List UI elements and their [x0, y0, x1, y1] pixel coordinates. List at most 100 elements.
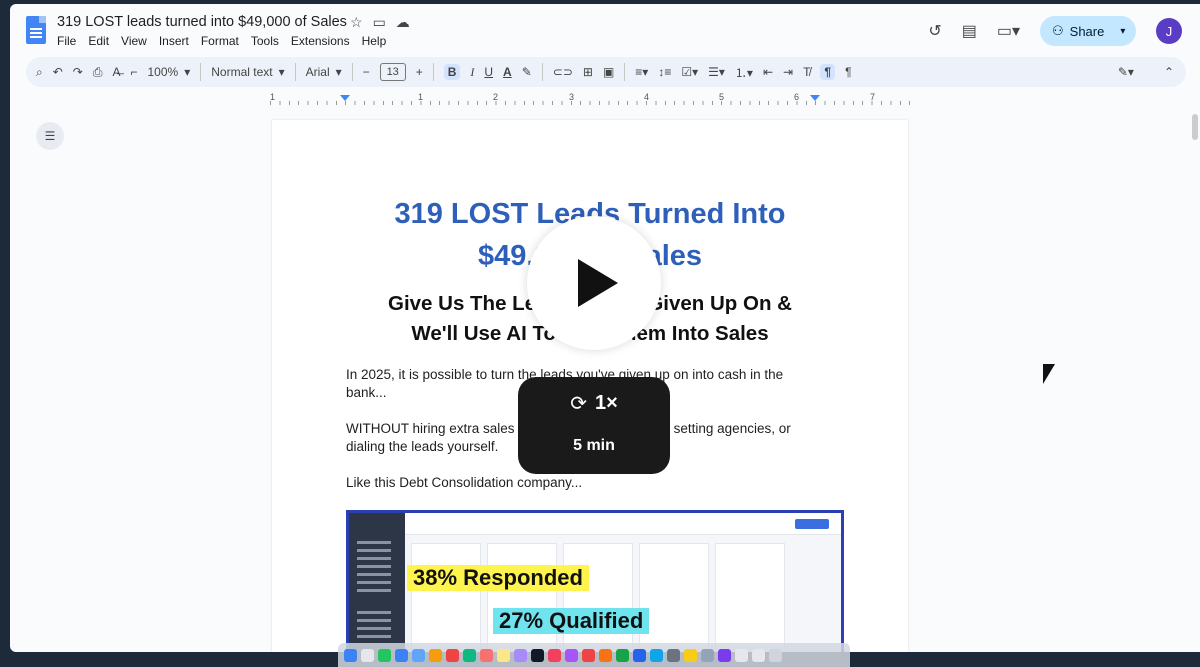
underline-button[interactable]: U	[484, 65, 493, 79]
title-bar: 319 LOST leads turned into $49,000 of Sa…	[10, 4, 1200, 56]
notes-icon[interactable]	[497, 648, 510, 662]
screen-recorder-icon[interactable]	[718, 648, 731, 662]
decrease-font-size-icon[interactable]: −	[363, 65, 370, 79]
docs-logo-icon[interactable]	[26, 16, 46, 44]
print-icon[interactable]: ⎙	[93, 65, 103, 80]
toolbar-divider	[200, 63, 202, 81]
left-indent-marker[interactable]	[340, 95, 350, 101]
calendar-icon[interactable]	[480, 648, 493, 662]
hide-menus-icon[interactable]: ⌃	[1164, 65, 1174, 79]
search-menus-icon[interactable]: ⌕	[36, 65, 43, 80]
align-icon[interactable]: ≡▾	[635, 65, 648, 79]
people-icon: ⚇	[1052, 23, 1064, 38]
insert-image-icon[interactable]: ▣	[603, 65, 614, 79]
paint-format-icon[interactable]: ⌐	[130, 65, 137, 79]
pages-icon[interactable]	[599, 648, 612, 662]
editing-mode-icon[interactable]: ✎▾	[1118, 65, 1134, 79]
launchpad-icon[interactable]	[361, 648, 374, 662]
menu-edit[interactable]: Edit	[88, 34, 109, 48]
mail-icon[interactable]	[412, 648, 425, 662]
star-icon[interactable]: ☆	[350, 14, 363, 31]
preview-icon[interactable]	[701, 648, 714, 662]
cloud-status-icon[interactable]: ☁	[396, 14, 410, 31]
numbers-icon[interactable]	[616, 648, 629, 662]
comments-icon[interactable]: ▤	[962, 21, 977, 41]
dashboard-sidebar	[349, 513, 405, 652]
numbered-list-icon[interactable]: ⒈▾	[735, 64, 753, 81]
header-actions: ↺ ▤ ▭▾ ⚇ Share ▾ J	[928, 16, 1182, 46]
text-color-button[interactable]: A	[503, 65, 512, 79]
facetime-icon[interactable]	[463, 648, 476, 662]
ruler[interactable]: 1 1 2 3 4 5 6 7	[270, 92, 910, 106]
bulleted-list-icon[interactable]: ☰▾	[708, 65, 725, 79]
app-store-icon[interactable]	[650, 648, 663, 662]
tv-icon[interactable]	[531, 648, 544, 662]
highlight-icon[interactable]: ✎	[522, 65, 532, 79]
share-label: Share	[1069, 23, 1105, 39]
document-title[interactable]: 319 LOST leads turned into $49,000 of Sa…	[57, 14, 347, 30]
move-folder-icon[interactable]: ▭	[373, 14, 386, 31]
dashboard-header	[405, 513, 841, 535]
italic-button[interactable]: I	[470, 65, 474, 80]
ltr-paragraph-icon[interactable]: ¶	[820, 64, 836, 80]
share-button[interactable]: ⚇ Share ▾	[1040, 16, 1136, 46]
vertical-scrollbar[interactable]	[1192, 114, 1198, 140]
font-size-input[interactable]: 13	[379, 63, 406, 81]
toolbar-divider	[624, 63, 626, 81]
undo-icon[interactable]: ↶	[53, 65, 63, 79]
menu-file[interactable]: File	[57, 34, 76, 48]
menu-view[interactable]: View	[121, 34, 147, 48]
keynote-icon[interactable]	[633, 648, 646, 662]
video-info-pill[interactable]: ⟳ 1× 5 min	[518, 377, 670, 474]
embedded-dashboard-image: 38% Responded 27% Qualified	[346, 510, 844, 652]
add-comment-icon[interactable]: ⊞	[583, 65, 593, 79]
zoom-value: 100%	[147, 65, 179, 79]
podcasts-icon[interactable]	[565, 648, 578, 662]
bold-button[interactable]: B	[443, 64, 461, 80]
messages-icon[interactable]	[378, 648, 391, 662]
font-select[interactable]: Arial ▾	[306, 65, 342, 79]
playback-speed[interactable]: ⟳ 1×	[518, 391, 670, 416]
menu-extensions[interactable]: Extensions	[291, 34, 350, 48]
rtl-paragraph-icon[interactable]: ¶	[845, 65, 851, 79]
news-icon[interactable]	[582, 648, 595, 662]
chrome-icon[interactable]	[446, 648, 459, 662]
meet-video-icon[interactable]: ▭▾	[997, 21, 1020, 41]
right-indent-marker[interactable]	[810, 95, 820, 101]
chevron-down-icon: ▾	[335, 65, 342, 79]
music-icon[interactable]	[548, 648, 561, 662]
redo-icon[interactable]: ↷	[73, 65, 83, 79]
safari-icon[interactable]	[395, 648, 408, 662]
documents-icon[interactable]	[752, 648, 765, 662]
increase-indent-icon[interactable]: ⇥	[783, 65, 793, 79]
document-outline-icon[interactable]: ☰	[36, 122, 64, 150]
trash-icon[interactable]	[769, 648, 782, 662]
highlight-responded: 38% Responded	[407, 565, 589, 591]
downloads-icon[interactable]	[735, 648, 748, 662]
line-spacing-icon[interactable]: ↕≡	[658, 65, 671, 79]
play-button[interactable]	[527, 216, 661, 350]
chrome-app-icon[interactable]	[684, 648, 697, 662]
version-history-icon[interactable]: ↺	[928, 21, 941, 41]
share-dropdown-icon[interactable]: ▾	[1120, 26, 1125, 37]
avatar[interactable]: J	[1156, 18, 1182, 44]
finder-icon[interactable]	[344, 648, 357, 662]
settings-icon[interactable]	[667, 648, 680, 662]
insert-link-icon[interactable]: ⊂⊃	[553, 65, 573, 79]
menu-format[interactable]: Format	[201, 34, 239, 48]
clear-formatting-icon[interactable]: T̸	[803, 65, 810, 79]
menu-tools[interactable]: Tools	[251, 34, 279, 48]
reminders-icon[interactable]	[514, 648, 527, 662]
photos-icon[interactable]	[429, 648, 442, 662]
ruler-ticks	[270, 101, 910, 105]
menu-help[interactable]: Help	[362, 34, 387, 48]
decrease-indent-icon[interactable]: ⇤	[763, 65, 773, 79]
style-value: Normal text	[211, 65, 273, 79]
menu-insert[interactable]: Insert	[159, 34, 189, 48]
paragraph-3: Like this Debt Consolidation company...	[346, 475, 583, 490]
increase-font-size-icon[interactable]: +	[416, 65, 423, 79]
checklist-icon[interactable]: ☑▾	[681, 65, 698, 79]
style-select[interactable]: Normal text ▾	[211, 65, 284, 79]
zoom-select[interactable]: 100% ▾	[148, 65, 191, 79]
spellcheck-icon[interactable]: A̶	[112, 65, 120, 79]
